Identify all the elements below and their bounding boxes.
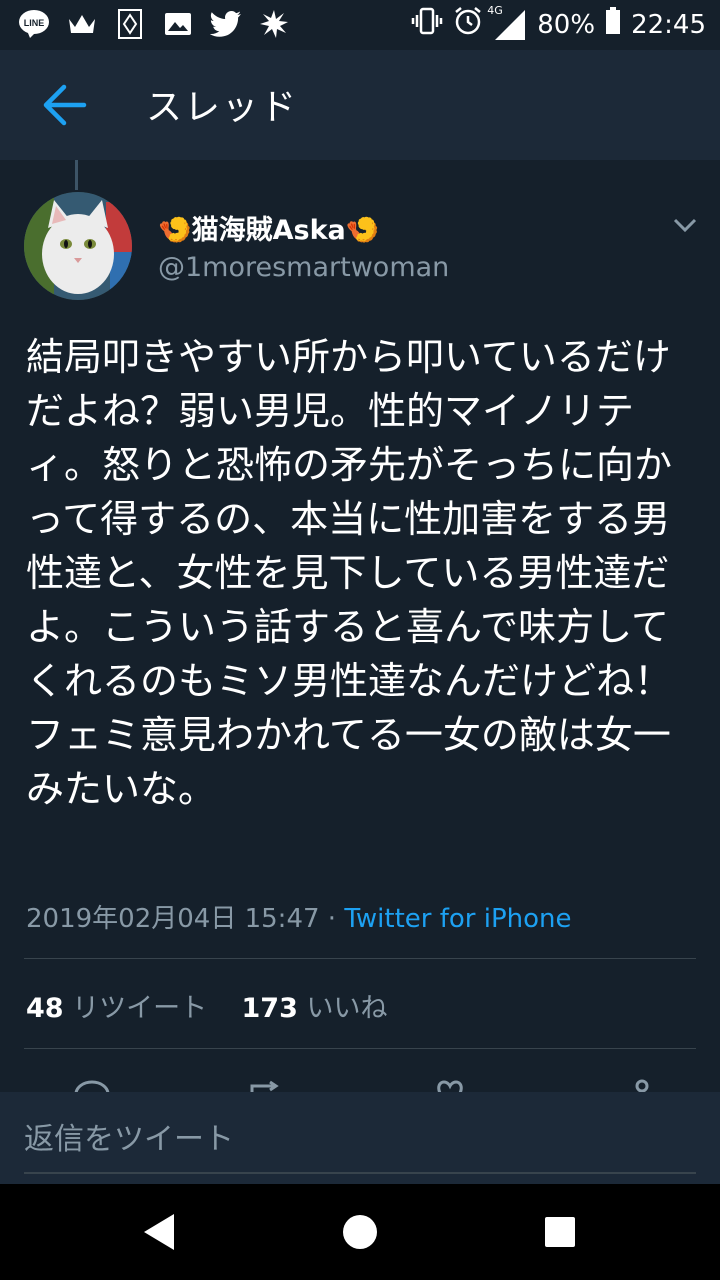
shrimp-emoji-right: 🍤 <box>345 215 380 246</box>
retweet-count: 48 <box>26 993 64 1024</box>
square-recents-icon <box>545 1217 575 1247</box>
back-button[interactable] <box>40 80 90 130</box>
shrimp-emoji-left: 🍤 <box>158 215 192 246</box>
clock: 22:45 <box>631 9 706 40</box>
nav-home-button[interactable] <box>336 1208 384 1256</box>
system-status: 4G 80% 22:45 <box>411 4 706 43</box>
triangle-back-icon <box>144 1214 174 1250</box>
reply-input[interactable]: 返信をツイート <box>24 1114 696 1174</box>
image-icon <box>162 8 194 40</box>
display-name[interactable]: 🍤猫海賊Aska🍤 <box>158 208 379 247</box>
tweet-stats: 48 リツイート 173 いいね <box>26 986 387 1025</box>
nav-recents-button[interactable] <box>536 1208 584 1256</box>
heart-icon[interactable] <box>430 1078 470 1092</box>
vibrate-icon <box>411 7 443 42</box>
avatar[interactable] <box>24 192 132 300</box>
tweet-timestamp: 2019年02月04日 15:47 <box>26 904 320 934</box>
likes-stat[interactable]: 173 いいね <box>242 993 388 1024</box>
page-title: スレッド <box>146 87 299 128</box>
thread-connector <box>75 160 78 190</box>
system-nav-bar <box>0 1184 720 1280</box>
like-count: 173 <box>241 993 298 1024</box>
arrow-left-icon <box>43 84 87 126</box>
retweet-label: リツイート <box>72 993 208 1024</box>
reply-icon[interactable] <box>72 1078 112 1092</box>
crown-icon <box>66 8 98 40</box>
splash-icon <box>258 8 290 40</box>
tweet-source-link[interactable]: Twitter for iPhone <box>344 904 571 934</box>
user-handle[interactable]: @1moresmartwoman <box>158 252 449 283</box>
divider <box>24 1048 696 1049</box>
battery-percent: 80% <box>537 9 596 40</box>
app-bar: スレッド <box>0 50 720 160</box>
cat-avatar-image <box>24 192 132 300</box>
reply-bar: 返信をツイート <box>0 1092 720 1184</box>
signal-icon: 4G <box>487 4 527 42</box>
meta-separator: · <box>319 904 345 934</box>
notification-icons: LINE <box>18 8 290 40</box>
line-icon: LINE <box>18 8 50 40</box>
network-type: 4G <box>487 3 503 17</box>
retweet-icon[interactable] <box>246 1078 286 1092</box>
chevron-down-icon <box>673 218 697 233</box>
retweets-stat[interactable]: 48 リツイート <box>26 993 207 1024</box>
status-bar: LINE 4G 80% 22:45 <box>0 0 720 50</box>
share-icon[interactable] <box>620 1078 660 1092</box>
nav-back-button[interactable] <box>136 1208 184 1256</box>
circle-home-icon <box>343 1215 377 1249</box>
tweet-text: 結局叩きやすい所から叩いているだけだよね？弱い男児。性的マイノリティ。怒りと恐怖… <box>26 335 673 811</box>
display-name-text: 猫海賊Aska <box>191 215 346 246</box>
divider <box>24 958 696 959</box>
svg-text:LINE: LINE <box>24 18 45 28</box>
twitter-icon <box>210 8 242 40</box>
like-label: いいね <box>306 993 388 1024</box>
app-icon <box>114 8 146 40</box>
tweet-meta: 2019年02月04日 15:47 · Twitter for iPhone <box>26 898 572 935</box>
tweet-actions <box>0 1078 720 1092</box>
tweet-menu-button[interactable] <box>670 210 700 240</box>
battery-icon <box>605 7 621 42</box>
alarm-icon <box>453 6 483 43</box>
